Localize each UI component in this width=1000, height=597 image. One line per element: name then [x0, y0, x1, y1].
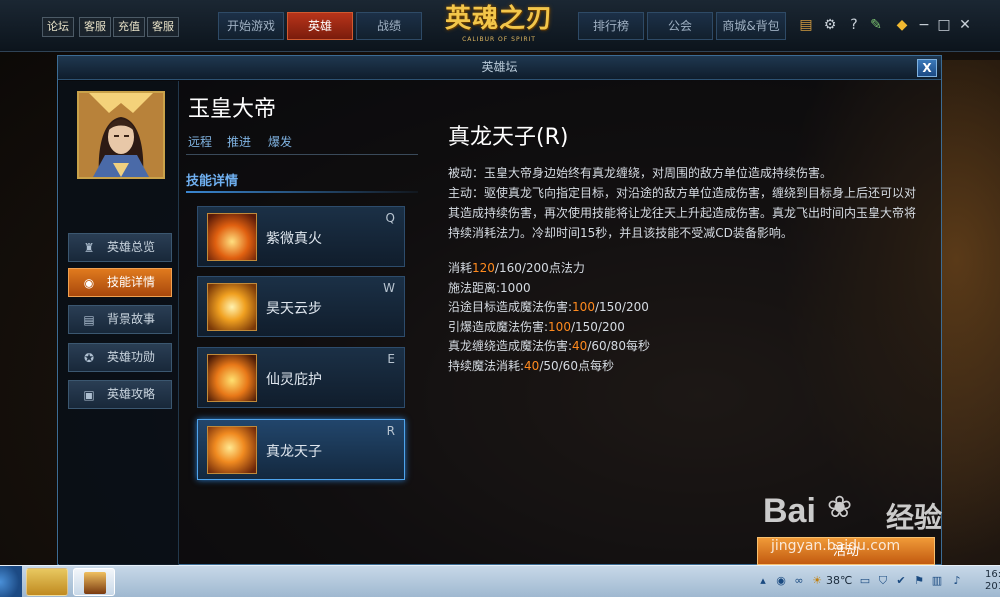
tray-network-icon[interactable]: ▥: [930, 574, 944, 588]
divider: [186, 154, 418, 155]
nav-label: 技能详情: [107, 275, 156, 289]
gem-icon[interactable]: ◆: [893, 16, 911, 34]
active-text: 主动：驱使真龙飞向指定目标，对沿途的敌方单位造成伤害，缠绕到目标身上后还可以对其…: [448, 186, 917, 240]
nav-label: 英雄攻略: [107, 387, 156, 401]
game-logo: 英魂之刃 CALIBUR OF SPIRIT: [432, 2, 566, 50]
tab-guild[interactable]: 公会: [647, 12, 713, 40]
purple-fire-skill-icon: [207, 213, 257, 261]
maximize-icon[interactable]: □: [935, 16, 953, 34]
support-link[interactable]: 客服: [79, 17, 111, 37]
spirit-shield-skill-icon: [207, 354, 257, 402]
weather-sun-icon: ☀: [812, 574, 822, 587]
tray-shield-icon[interactable]: ⛉: [876, 574, 890, 588]
logo-subtitle: CALIBUR OF SPIRIT: [462, 36, 536, 43]
stat-path-damage: 沿途目标造成魔法伤害:100/150/200: [448, 300, 649, 314]
tray-security-icon[interactable]: ✔: [894, 574, 908, 588]
book-icon: ▤: [83, 313, 95, 327]
start-button[interactable]: [0, 566, 22, 597]
folder-icon[interactable]: [26, 568, 68, 596]
tray-expand-icon[interactable]: ▴: [756, 574, 770, 588]
hero-portrait: [79, 93, 163, 177]
skill-hotkey: E: [387, 352, 395, 366]
skill-e[interactable]: 仙灵庇护 E: [197, 347, 405, 408]
tray-temperature: 38℃: [826, 574, 853, 587]
help-icon[interactable]: ?: [845, 16, 863, 34]
skill-name: 仙灵庇护: [266, 372, 322, 388]
skills-heading: 技能详情: [186, 174, 239, 189]
tray-volume-icon[interactable]: ♪: [950, 574, 964, 588]
tab-start-game[interactable]: 开始游戏: [218, 12, 284, 40]
skill-name: 真龙天子: [266, 444, 322, 460]
recharge-link[interactable]: 充值: [113, 17, 145, 37]
tab-ranking[interactable]: 排行榜: [578, 12, 644, 40]
tray-flag-icon[interactable]: ⚑: [912, 574, 926, 588]
skill-hotkey: W: [383, 281, 395, 295]
heading-underline: [186, 191, 418, 193]
skill-title: 真龙天子(R): [448, 125, 569, 150]
nav-label: 英雄功勋: [107, 350, 156, 364]
nav-hero-merit[interactable]: ✪ 英雄功勋: [68, 343, 172, 372]
skill-hotkey: R: [386, 424, 395, 438]
stat-cost: 消耗120/160/200点法力: [448, 261, 585, 275]
skill-stats: 消耗120/160/200点法力 施法距离:1000 沿途目标造成魔法伤害:10…: [448, 259, 918, 376]
close-icon[interactable]: ✕: [956, 16, 974, 34]
dialog-title: 英雄坛: [58, 56, 941, 80]
left-nav: ♜ 英雄总览 ◉ 技能详情 ▤ 背景故事 ✪ 英雄功勋 ▣ 英雄攻略: [59, 81, 179, 565]
skill-list-panel: 玉皇大帝 远程 推进 爆发 技能详情 紫微真火 Q 昊天云步 W 仙灵庇护 E …: [180, 81, 420, 565]
stat-mana-drain: 持续魔法消耗:40/50/60点每秒: [448, 358, 614, 373]
hero-tag: 爆发: [268, 135, 293, 149]
clock-time: 16:: [985, 569, 1000, 580]
nav-skill-detail[interactable]: ◉ 技能详情: [68, 268, 172, 297]
mailbox-icon[interactable]: ▤: [797, 16, 815, 34]
minimize-icon[interactable]: −: [915, 16, 933, 34]
hero-tag: 推进: [227, 135, 252, 149]
nav-label: 背景故事: [107, 312, 156, 326]
nav-hero-overview[interactable]: ♜ 英雄总览: [68, 233, 172, 262]
tab-hero[interactable]: 英雄: [287, 12, 353, 40]
logo-title: 英魂之刃: [444, 4, 553, 34]
taskbar-game-app[interactable]: [73, 568, 115, 596]
service-link[interactable]: 客服: [147, 17, 179, 37]
game-app-icon: [84, 572, 106, 594]
stat-range: 施法距离:1000: [448, 280, 531, 295]
skill-r[interactable]: 真龙天子 R: [197, 419, 405, 480]
skill-hotkey: Q: [385, 211, 395, 225]
skill-name: 昊天云步: [266, 301, 322, 317]
nav-hero-guide[interactable]: ▣ 英雄攻略: [68, 380, 172, 409]
skill-q[interactable]: 紫微真火 Q: [197, 206, 405, 267]
dialog-close-button[interactable]: X: [917, 59, 937, 77]
hero-name: 玉皇大帝: [188, 97, 277, 122]
skill-description: 被动：玉皇大帝身边始终有真龙缠绕，对周围的敌方单位造成持续伤害。 主动：驱使真龙…: [448, 163, 918, 243]
tab-shop-bag[interactable]: 商城&背包: [716, 12, 786, 40]
hero-overview-icon: ♜: [83, 241, 95, 255]
skill-detail-icon: ◉: [83, 276, 95, 290]
tray-clock[interactable]: 16: 2016/: [985, 569, 1000, 593]
hero-avatar: [77, 91, 165, 179]
event-button[interactable]: 活动: [757, 537, 935, 565]
guide-icon: ▣: [83, 388, 95, 402]
clock-date: 2016/: [985, 581, 1000, 592]
stat-entangle-damage: 真龙缠绕造成魔法伤害:40/60/80每秒: [448, 339, 650, 353]
nav-background-story[interactable]: ▤ 背景故事: [68, 305, 172, 334]
tray-monitor-icon[interactable]: ▭: [858, 574, 872, 588]
hero-altar-dialog: 英雄坛 X ♜ 英雄总览 ◉ 技能详情 ▤ 背景故事 ✪ 英雄功勋 ▣ 英雄攻略…: [57, 55, 942, 565]
tray-app-icon[interactable]: ◉: [774, 574, 788, 588]
passive-text: 被动：玉皇大帝身边始终有真龙缠绕，对周围的敌方单位造成持续伤害。: [448, 166, 833, 180]
top-bar: 论坛 客服 充值 客服 开始游戏 英雄 战绩 英魂之刃 CALIBUR OF S…: [0, 0, 1000, 52]
forum-link[interactable]: 论坛: [42, 17, 74, 37]
tray-link-icon[interactable]: ∞: [792, 574, 806, 588]
skill-w[interactable]: 昊天云步 W: [197, 276, 405, 337]
skill-detail-panel: 真龙天子(R) 被动：玉皇大帝身边始终有真龙缠绕，对周围的敌方单位造成持续伤害。…: [448, 81, 928, 565]
hero-tag: 远程: [188, 135, 213, 149]
stat-burst-damage: 引爆造成魔法伤害:100/150/200: [448, 319, 625, 334]
gear-icon[interactable]: ⚙: [821, 16, 839, 34]
tools-icon[interactable]: ✎: [867, 16, 885, 34]
skill-name: 紫微真火: [266, 231, 322, 247]
cloud-step-skill-icon: [207, 283, 257, 331]
taskbar: ▴ ◉ ∞ ☀ 38℃ ▭ ⛉ ✔ ⚑ ▥ ♪ 16: 2016/: [0, 565, 1000, 597]
nav-label: 英雄总览: [107, 240, 156, 254]
dragon-skill-icon: [207, 426, 257, 474]
medal-icon: ✪: [83, 351, 95, 365]
tab-record[interactable]: 战绩: [356, 12, 422, 40]
